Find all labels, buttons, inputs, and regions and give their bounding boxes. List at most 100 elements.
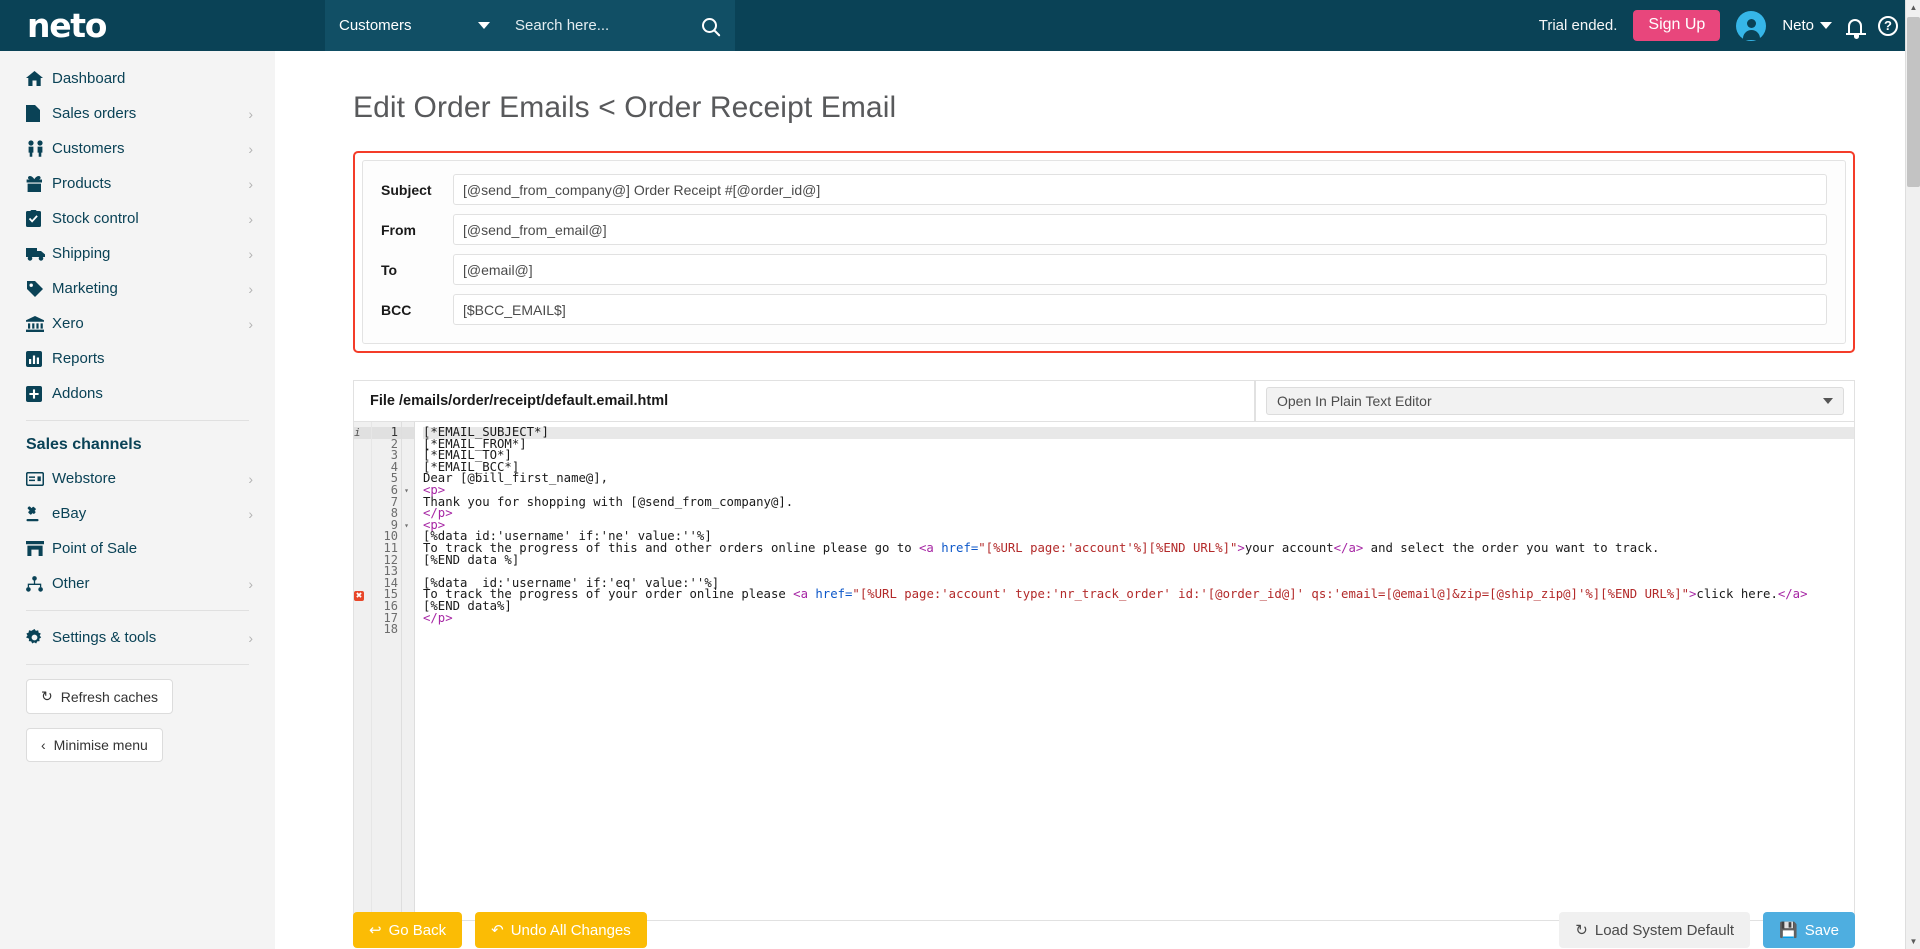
bank-icon [26,315,52,332]
editor-code-line [423,624,1854,636]
gavel-icon [26,505,52,522]
from-input[interactable] [453,214,1827,245]
sidebar-divider [26,664,249,665]
editor-fold-toggle[interactable]: ▾ [402,485,414,497]
sidebar-item-label: Webstore [52,470,116,487]
editor-fold-cell [402,450,414,462]
chevron-right-icon: › [248,280,253,297]
logo-text: neto [27,6,107,45]
load-system-default-button[interactable]: ↻ Load System Default [1559,912,1751,948]
sidebar-section-heading: Sales channels [26,436,142,453]
help-icon[interactable]: ? [1878,15,1898,36]
scrollbar-thumb[interactable] [1907,17,1920,187]
scroll-up-arrow-icon[interactable]: ▲ [1906,0,1920,15]
sidebar-item-label: Customers [52,140,125,157]
editor-line-numbers: 1 2 3 4 5 6 7 8 9 10 11 12 13 14 15 16 17 18 [372,422,402,920]
page-title: Edit Order Emails < Order Receipt Email [353,91,897,124]
sign-up-button[interactable]: Sign Up [1633,10,1721,41]
sidebar-item-products[interactable]: Products › [0,166,275,201]
sidebar-item-dashboard[interactable]: Dashboard [0,61,275,96]
to-input[interactable] [453,254,1827,285]
notifications-bell-icon[interactable] [1846,18,1866,39]
field-row-subject: Subject [381,174,1827,205]
sidebar-item-label: Reports [52,350,105,367]
page-scrollbar[interactable]: ▲ ▼ [1905,0,1920,949]
go-back-button[interactable]: ↩ Go Back [353,912,463,948]
editor-error-marker[interactable]: ✖ [354,589,371,602]
avatar[interactable] [1736,10,1767,41]
account-menu[interactable]: Neto [1782,17,1832,34]
sidebar-item-point-of-sale[interactable]: Point of Sale [0,531,275,566]
editor-gutter-cell [354,450,371,462]
search-icon[interactable] [702,18,717,33]
sidebar-item-customers[interactable]: Customers › [0,131,275,166]
editor-code-text[interactable]: [*EMAIL_SUBJECT*] [*EMAIL_FROM*] [*EMAIL_T… [415,422,1854,920]
chevron-right-icon: › [248,629,253,646]
brand-logo[interactable]: neto [0,0,325,51]
editor-gutter-cell [354,613,371,625]
sidebar-item-ebay[interactable]: eBay › [0,496,275,531]
sidebar-item-stock-control[interactable]: Stock control › [0,201,275,236]
sidebar-item-reports[interactable]: Reports [0,341,275,376]
global-search: Customers Search here... [325,0,735,51]
save-button[interactable]: 💾 Save [1763,912,1855,948]
scroll-down-arrow-icon[interactable]: ▼ [1906,934,1920,949]
truck-icon [26,247,52,261]
sidebar-navigation: Dashboard Sales orders › Customers › Pro… [0,51,275,949]
sidebar-item-shipping[interactable]: Shipping › [0,236,275,271]
search-category-dropdown[interactable]: Customers [325,0,507,51]
bcc-input[interactable] [453,294,1827,325]
sidebar-item-addons[interactable]: Addons [0,376,275,411]
editor-fold-toggle[interactable]: ▾ [402,520,414,532]
editor-gutter-cell [354,439,371,451]
undo-all-label: Undo All Changes [510,921,631,939]
from-label: From [381,221,416,238]
editor-code-line: [*EMAIL_FROM*] [423,436,527,451]
subject-input[interactable] [453,174,1827,205]
chevron-right-icon: › [248,140,253,157]
sidebar-item-label: eBay [52,505,87,522]
undo-all-changes-button[interactable]: ↶ Undo All Changes [475,912,647,948]
editor-gutter-cell [354,508,371,520]
refresh-caches-button[interactable]: ↻ Refresh caches [26,679,174,714]
search-input-wrap[interactable]: Search here... [507,0,735,51]
chevron-right-icon: › [248,575,253,592]
code-editor[interactable]: i ✖ 1 2 3 4 5 6 7 8 9 10 11 12 13 14 15 16 17 18 ▾ ▾ [*EMAI… [353,421,1855,921]
clipboard-check-icon [26,210,52,227]
chevron-right-icon: › [248,505,253,522]
editor-code-line: To track the progress of your order onli… [423,587,1808,602]
editor-mode-value: Open In Plain Text Editor [1277,393,1432,409]
sidebar-item-label: Sales orders [52,105,137,122]
editor-code-line: [%END data%] [423,598,512,613]
sidebar-item-label: Stock control [52,210,139,227]
editor-fold-cell [402,543,414,555]
editor-fold-cell [402,566,414,578]
sidebar-item-other[interactable]: Other › [0,566,275,601]
editor-fold-cell [402,613,414,625]
sidebar-item-label: Dashboard [52,70,126,87]
search-input[interactable]: Search here... [515,17,609,34]
undo-icon: ↶ [491,922,504,939]
bcc-label: BCC [381,301,412,318]
sidebar-item-webstore[interactable]: Webstore › [0,461,275,496]
sidebar-item-sales-orders[interactable]: Sales orders › [0,96,275,131]
editor-gutter-cell [354,497,371,509]
editor-code-line: [*EMAIL_TO*] [423,448,512,463]
chevron-right-icon: › [248,210,253,227]
top-header-bar: neto Customers Search here... Trial ende… [0,0,1920,51]
chevron-down-icon [1823,398,1833,404]
chevron-right-icon: › [248,315,253,332]
sidebar-item-xero[interactable]: Xero › [0,306,275,341]
email-header-fields-panel: Subject From To BCC [362,160,1846,344]
editor-fold-gutter[interactable]: ▾ ▾ [402,422,415,920]
sidebar-item-label: Settings & tools [52,629,157,646]
sidebar-item-marketing[interactable]: Marketing › [0,271,275,306]
sidebar-item-settings-tools[interactable]: Settings & tools › [0,620,275,655]
editor-code-line: [%END data %] [423,552,520,567]
editor-gutter-cell [354,624,371,636]
editor-mode-select[interactable]: Open In Plain Text Editor [1266,387,1844,415]
sidebar-item-label: Shipping [52,245,111,262]
editor-info-marker[interactable]: i [354,427,371,439]
chevron-right-icon: › [248,470,253,487]
minimise-menu-button[interactable]: ‹ Minimise menu [26,728,163,762]
